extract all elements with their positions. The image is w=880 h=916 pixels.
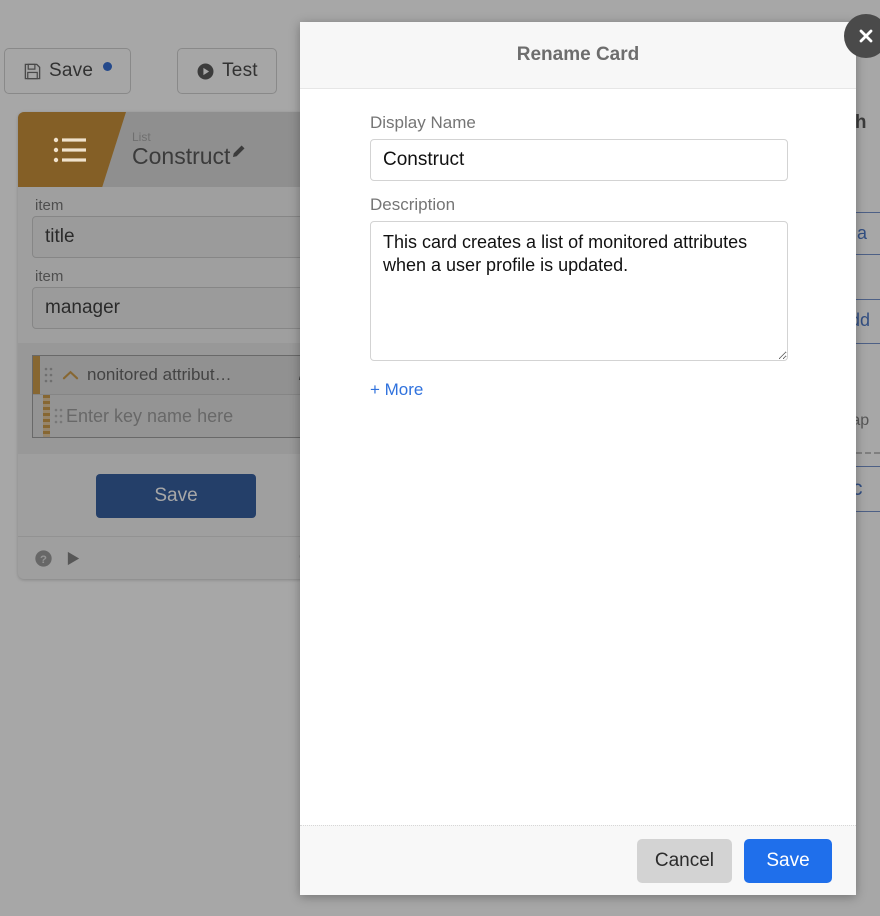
- cancel-button[interactable]: Cancel: [637, 839, 732, 883]
- modal-title: Rename Card: [517, 44, 640, 66]
- pencil-icon[interactable]: [231, 144, 246, 159]
- modal-footer: Cancel Save: [300, 825, 856, 895]
- save-button[interactable]: Save: [744, 839, 832, 883]
- display-name-label: Display Name: [370, 113, 788, 133]
- close-icon[interactable]: [844, 14, 880, 58]
- modal-body: Display Name Description This card creat…: [300, 89, 856, 825]
- more-link[interactable]: + More: [370, 380, 423, 400]
- modal-header: Rename Card: [300, 22, 856, 89]
- description-textarea[interactable]: This card creates a list of monitored at…: [370, 221, 788, 361]
- card-header-text: List Construct: [132, 131, 246, 169]
- description-label: Description: [370, 195, 788, 215]
- rename-card-modal: Rename Card Display Name Description Thi…: [300, 22, 856, 895]
- card-kind-label: List: [132, 131, 246, 144]
- card-title: Construct: [132, 144, 230, 168]
- list-icon: [18, 135, 126, 165]
- display-name-input[interactable]: [370, 139, 788, 181]
